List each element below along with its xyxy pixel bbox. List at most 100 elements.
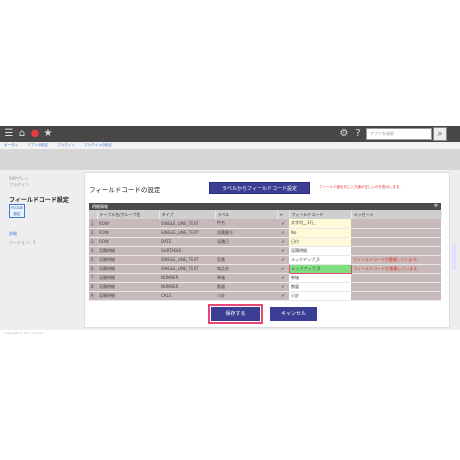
type-cell: SINGLE_LINE_TEXT [159, 228, 215, 238]
scroll-indicator[interactable] [452, 244, 456, 270]
star-icon[interactable]: ★ [42, 128, 54, 140]
field-code-input[interactable]: 単価 [289, 273, 351, 283]
group-cell: 見積明細 [97, 264, 159, 274]
type-cell: SINGLE_LINE_TEXT [159, 255, 215, 265]
type-cell: SINGLE_LINE_TEXT [159, 219, 215, 229]
table-row: 3 ROW DATE 見積日 ✔ 日付 [89, 237, 441, 247]
top-bar: ☰ ⌂ ● ★ ⚙ ? アプリを検索 ⌕ [0, 126, 460, 142]
breadcrumb: ポータル アプリの設定 プラグイン プラグインの設定 [0, 142, 460, 149]
breadcrumb-item[interactable]: アプリの設定 [27, 143, 48, 147]
check-icon[interactable]: ✔ [277, 282, 289, 292]
label-cell [215, 246, 277, 256]
label-cell: 型番 [215, 255, 277, 265]
warning-note: フィールド値を元に入力値が正しいかを表示します。 [319, 185, 403, 189]
column-header [89, 210, 98, 219]
check-icon[interactable]: ✔ [277, 237, 289, 247]
sidebar-title: フィールドコード設定 [9, 197, 69, 204]
check-icon[interactable]: ✔ [277, 228, 289, 238]
column-header: メッセージ [351, 210, 442, 219]
header-band [0, 149, 460, 170]
group-cell: 見積明細 [97, 273, 159, 283]
type-cell: NUMBER [159, 282, 215, 292]
message-cell [351, 237, 441, 247]
field-code-input[interactable]: 見積明細 [289, 246, 351, 256]
settings-icon[interactable]: ✲ [434, 203, 438, 210]
table-row: 6 見積明細 SINGLE_LINE_TEXT 商品名 ✔ ルックアップ_0 フ… [89, 263, 441, 274]
breadcrumb-item[interactable]: ポータル [4, 143, 18, 147]
message-cell [351, 246, 441, 256]
table-row: 4 見積明細 SUBTABLE ✔ 見積明細 [89, 246, 441, 256]
column-header: ラベル [215, 210, 278, 219]
group-cell: ROW [97, 237, 159, 247]
breadcrumb-item[interactable]: プラグイン [57, 143, 75, 147]
search-icon[interactable]: ⌕ [433, 127, 447, 141]
message-cell [351, 228, 441, 238]
type-cell: NUMBER [159, 273, 215, 283]
plugin-badge: FCODE 設定 [9, 204, 25, 218]
column-header: テーブル名/グループ名 [97, 210, 160, 219]
table-row: 8 見積明細 NUMBER 数量 ✔ 数量 [89, 282, 441, 292]
check-icon[interactable]: ✔ [277, 291, 289, 301]
type-cell: CALC [159, 291, 215, 301]
type-cell: DATE [159, 237, 215, 247]
notification-bell-icon[interactable]: ● [29, 128, 41, 140]
duplicate-warning: フィールドコードが重複しています。 [351, 255, 441, 265]
group-cell: ROW [97, 219, 159, 229]
check-icon[interactable]: ✔ [277, 246, 289, 256]
help-icon[interactable]: ? [352, 128, 364, 140]
cancel-button[interactable]: キャンセル [270, 307, 317, 321]
column-header: タイプ [159, 210, 216, 219]
label-cell: 件名 [215, 219, 277, 229]
group-cell: 見積明細 [97, 255, 159, 265]
app-search-input[interactable]: アプリを検索 [366, 128, 432, 140]
table-row: 7 見積明細 NUMBER 単価 ✔ 単価 [89, 273, 441, 283]
label-cell: 商品名 [215, 264, 277, 274]
column-header: フィールドコード [289, 210, 352, 219]
label-cell: 見積番号 [215, 228, 277, 238]
menu-icon[interactable]: ☰ [3, 128, 15, 140]
section-header: 明細情報 ✲ [89, 203, 441, 210]
check-icon[interactable]: ✔ [277, 273, 289, 283]
row-number: 6 [89, 264, 97, 274]
message-cell [351, 273, 441, 283]
label-cell: 数量 [215, 282, 277, 292]
field-code-input[interactable]: 数量 [289, 282, 351, 292]
save-button[interactable]: 保存する [211, 307, 260, 321]
home-icon[interactable]: ⌂ [16, 128, 28, 140]
page-title: フィールドコードの設定 [89, 186, 161, 194]
type-cell: SINGLE_LINE_TEXT [159, 264, 215, 274]
field-code-input[interactable]: ルックアップ_0 [289, 255, 351, 265]
check-icon[interactable]: ✔ [277, 264, 289, 274]
field-code-input[interactable]: 小計 [289, 291, 351, 301]
footer-copyright: Copyright © 2012 Cybozu [4, 331, 44, 335]
row-number: 4 [89, 246, 97, 256]
table-row: 5 見積明細 SINGLE_LINE_TEXT 型番 ✔ ルックアップ_0 フィ… [89, 255, 441, 265]
group-cell: ROW [97, 228, 159, 238]
field-code-input[interactable]: 日付 [289, 237, 351, 247]
row-number: 7 [89, 273, 97, 283]
sidebar-version: バージョン：1 [9, 240, 36, 245]
field-code-input-highlighted[interactable]: ルックアップ_0 [288, 263, 352, 274]
column-header: ≡ [277, 210, 290, 219]
plugin-name: SAPプレー プラグイン [9, 176, 29, 187]
table-header-row: テーブル名/グループ名 タイプ ラベル ≡ フィールドコード メッセージ [89, 210, 442, 219]
check-icon[interactable]: ✔ [277, 219, 289, 229]
group-cell: 見積明細 [97, 291, 159, 301]
label-cell: 見積日 [215, 237, 277, 247]
group-cell: 見積明細 [97, 246, 159, 256]
type-cell: SUBTABLE [159, 246, 215, 256]
sidebar-details-link[interactable]: 詳細 [9, 231, 17, 237]
field-code-input[interactable]: No [289, 228, 351, 238]
check-icon[interactable]: ✔ [277, 255, 289, 265]
table-row: 1 ROW SINGLE_LINE_TEXT 件名 ✔ 文字列__1行_ [89, 219, 441, 229]
gear-icon[interactable]: ⚙ [338, 128, 350, 140]
table-row: 9 見積明細 CALC 小計 ✔ 小計 [89, 291, 441, 301]
duplicate-warning: フィールドコードが重複しています。 [351, 264, 441, 274]
row-number: 2 [89, 228, 97, 238]
set-from-label-button[interactable]: ラベルからフィールドコード設定 [209, 182, 310, 194]
field-code-input[interactable]: 文字列__1行_ [289, 219, 351, 229]
label-cell: 小計 [215, 291, 277, 301]
section-title: 明細情報 [92, 204, 108, 209]
row-number: 1 [89, 219, 97, 229]
breadcrumb-item[interactable]: プラグインの設定 [84, 143, 112, 147]
